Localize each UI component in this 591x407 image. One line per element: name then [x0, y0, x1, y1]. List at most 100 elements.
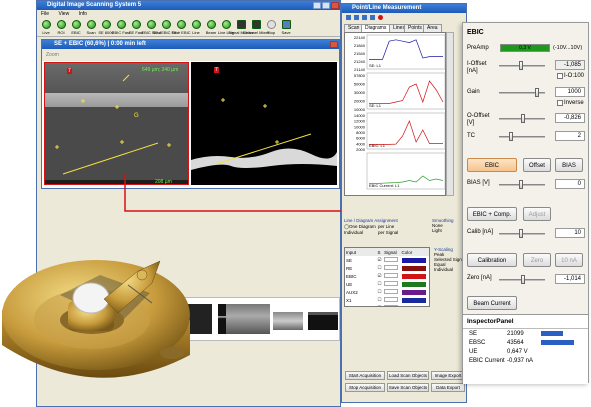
tc-field[interactable]: 2 [555, 131, 585, 141]
smoothing-light[interactable]: Light [432, 228, 454, 233]
chart-tick: 50000 [354, 82, 366, 87]
load-scan-objects-button[interactable]: Load Scan Objects [387, 371, 429, 380]
signal-color[interactable] [401, 288, 429, 296]
calib-slider[interactable] [499, 229, 545, 238]
chart-tick: 6000 [356, 136, 366, 141]
bias-slider[interactable] [499, 180, 545, 189]
ooffset-slider[interactable] [499, 114, 545, 123]
inspector-rows: SE 21099 EBSC 43564 UE 0,647 V EBIC Current -0,… [463, 329, 588, 365]
signal-input: RE [346, 265, 353, 271]
table-row[interactable]: X1 ☐ [345, 296, 429, 304]
ebic-panel-title: EBIC [467, 29, 484, 36]
point-toolbar [342, 13, 466, 23]
chart-tick: 4000 [356, 141, 366, 146]
chart-tick: 21240 [354, 59, 366, 64]
signal-select[interactable] [383, 304, 400, 306]
inverse-label: Inverse [564, 100, 584, 106]
signal-checkbox[interactable]: ☐ [376, 288, 383, 296]
chart-panel: 1400012000100008000600040002000EBIC: L1 [354, 112, 446, 152]
tool-icon[interactable] [354, 15, 359, 20]
image-export-button[interactable]: Image Export [431, 371, 465, 380]
inspector-label: SE [469, 330, 478, 337]
calib-field[interactable]: 10 [555, 228, 585, 238]
chart-tick: 2000 [356, 147, 366, 152]
table-row[interactable]: RE ☐ [345, 264, 429, 272]
offset-button[interactable]: Offset [523, 158, 551, 172]
signal-select[interactable] [383, 272, 400, 280]
data-export-button[interactable]: Data Export [431, 383, 465, 392]
io100-checkbox[interactable] [557, 73, 563, 79]
signal-color[interactable] [401, 264, 429, 272]
table-row[interactable]: SE ☑ [345, 256, 429, 264]
signal-color[interactable] [401, 296, 429, 304]
signal-checkbox[interactable]: ☑ [376, 304, 383, 306]
preamp-range: (-10V...10V) [553, 45, 583, 51]
chart-label: EBIC: L1 [369, 143, 386, 148]
gain-field[interactable]: 1000 [555, 87, 585, 97]
chart-scrollbar[interactable] [446, 32, 454, 196]
table-row[interactable]: EBIC ☑ [345, 272, 429, 280]
scaling-group: Y-Scaling Peak Selected Signal Equal Ind… [434, 247, 465, 272]
save-scan-objects-button[interactable]: Save Scan Objects [387, 383, 429, 392]
signal-color[interactable] [401, 272, 429, 280]
tool-icon[interactable] [362, 15, 367, 20]
signal-input: X1 [346, 297, 352, 303]
tool-icon[interactable] [346, 15, 351, 20]
inspector-row: EBSC 43564 [463, 338, 588, 347]
signal-checkbox[interactable]: ☑ [376, 272, 383, 280]
tab-area[interactable]: Area [423, 24, 442, 32]
table-row[interactable]: EBIC Current☑ [345, 304, 429, 306]
table-row[interactable]: AUX2 ☐ [345, 288, 429, 296]
chart-tick: 22140 [354, 35, 366, 40]
signal-checkbox[interactable]: ☐ [376, 280, 383, 288]
ioffset-slider[interactable] [499, 61, 545, 70]
sample-holder-photo [2, 260, 190, 378]
inverse-checkbox[interactable] [557, 100, 563, 106]
ioffset-field[interactable]: -1,085 [555, 60, 585, 70]
zero-field[interactable]: -1,014 [555, 274, 585, 284]
ioffset-label: I-Offset [nA] [467, 61, 487, 74]
ooffset-field[interactable]: -0,826 [555, 113, 585, 123]
assignment-section: Line / Diagram Assignment ◯One Diagram p… [344, 218, 466, 248]
ebic-comp-button[interactable]: EBIC + Comp. [467, 207, 517, 221]
start-acquisition-button[interactable]: Start Acquisition [345, 371, 385, 380]
signal-input: EBIC [346, 273, 357, 279]
signal-checkbox[interactable]: ☐ [376, 296, 383, 304]
signal-checkbox[interactable]: ☐ [376, 264, 383, 272]
ebic-button[interactable]: EBIC [467, 158, 517, 172]
chart-tick: 8000 [356, 130, 366, 135]
zero-slider[interactable] [499, 275, 545, 284]
inspector-title: InspectorPanel [463, 315, 588, 329]
zero-button[interactable]: Zero [523, 253, 551, 267]
tc-slider[interactable] [499, 132, 545, 141]
preamp-level: 0,3 V [500, 44, 550, 52]
tool-icon[interactable] [370, 15, 375, 20]
calibration-button[interactable]: Calibration [467, 253, 517, 267]
inspector-panel: InspectorPanel SE 21099 EBSC 43564 UE 0,647 V… [463, 314, 588, 384]
signal-checkbox[interactable]: ☑ [376, 256, 383, 264]
record-icon[interactable] [378, 15, 383, 20]
10na-button[interactable]: 10 nA [555, 253, 583, 267]
smoothing-group: Smoothing None Light [432, 218, 454, 233]
signal-select[interactable] [383, 280, 400, 288]
gain-slider[interactable] [499, 88, 545, 97]
signal-select[interactable] [383, 264, 400, 272]
signal-color[interactable] [401, 256, 429, 264]
signal-select[interactable] [383, 288, 400, 296]
bias-field[interactable]: 0 [555, 179, 585, 189]
bias-button[interactable]: BIAS [555, 158, 583, 172]
assign-per-signal[interactable]: per Signal [378, 230, 412, 235]
tab-diagrams[interactable]: Diagrams [361, 24, 391, 32]
stop-acquisition-button[interactable]: Stop Acquisition [345, 383, 385, 392]
signal-color[interactable] [401, 280, 429, 288]
scaling-individual[interactable]: Individual [434, 267, 465, 272]
signal-color[interactable] [401, 304, 429, 306]
col-input: Input [346, 249, 357, 255]
beam-current-button[interactable]: Beam Current [467, 296, 517, 310]
signal-select[interactable] [383, 296, 400, 304]
point-line-window: Point/Line Measurement Scan Diagrams Lin… [341, 3, 467, 403]
adjust-button[interactable]: Adjust [523, 207, 551, 221]
table-row[interactable]: UE ☐ [345, 280, 429, 288]
signal-select[interactable] [383, 256, 400, 264]
assign-individual[interactable]: Individual [344, 230, 378, 235]
